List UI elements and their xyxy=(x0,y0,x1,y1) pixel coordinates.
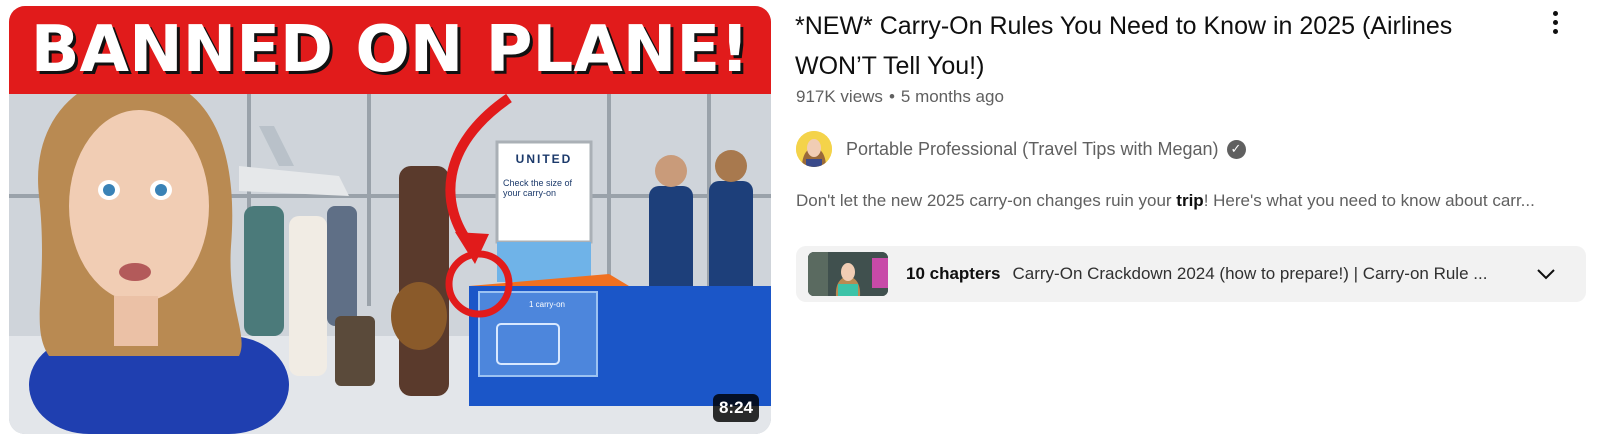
channel-name[interactable]: Portable Professional (Travel Tips with … xyxy=(846,139,1219,160)
channel-row[interactable]: Portable Professional (Travel Tips with … xyxy=(796,130,1246,168)
video-title[interactable]: *NEW* Carry-On Rules You Need to Know in… xyxy=(795,6,1515,86)
chapters-count: 10 chapters xyxy=(906,264,1001,283)
chapters-row[interactable]: 10 chapters Carry-On Crackdown 2024 (how… xyxy=(796,246,1586,302)
view-count: 917K views xyxy=(796,87,883,106)
more-vert-icon[interactable] xyxy=(1540,7,1570,37)
video-description-snippet: Don't let the new 2025 carry-on changes … xyxy=(796,191,1578,211)
chapter-thumbnail xyxy=(808,252,888,296)
thumbnail-sign: UNITED Check the size of your carry-on xyxy=(503,152,585,198)
channel-avatar[interactable] xyxy=(796,131,832,167)
counter-caption-text: 1 carry-on xyxy=(528,300,565,309)
thumbnail-banner: BANNED ON PLANE! xyxy=(9,6,771,94)
video-metadata: 917K views • 5 months ago xyxy=(796,87,1004,107)
video-result-card: BANNED ON PLANE! UNITED Check the size o… xyxy=(0,0,1600,444)
description-highlight: trip xyxy=(1176,191,1204,210)
meta-separator: • xyxy=(888,87,895,106)
duration-badge: 8:24 xyxy=(712,394,759,422)
description-text-after: ! Here's what you need to know about car… xyxy=(1203,191,1535,210)
upload-age: 5 months ago xyxy=(900,87,1004,106)
video-thumbnail[interactable]: BANNED ON PLANE! UNITED Check the size o… xyxy=(9,6,771,434)
thumbnail-banner-text: BANNED ON PLANE! xyxy=(30,13,750,87)
sign-brand-text: UNITED xyxy=(515,152,573,166)
chevron-down-icon[interactable] xyxy=(1534,262,1558,286)
sign-caption-text: Check the size of your carry-on xyxy=(503,178,573,198)
description-text-before: Don't let the new 2025 carry-on changes … xyxy=(796,191,1177,210)
chapter-title: Carry-On Crackdown 2024 (how to prepare!… xyxy=(1012,264,1488,283)
verified-check-icon: ✓ xyxy=(1226,139,1246,159)
